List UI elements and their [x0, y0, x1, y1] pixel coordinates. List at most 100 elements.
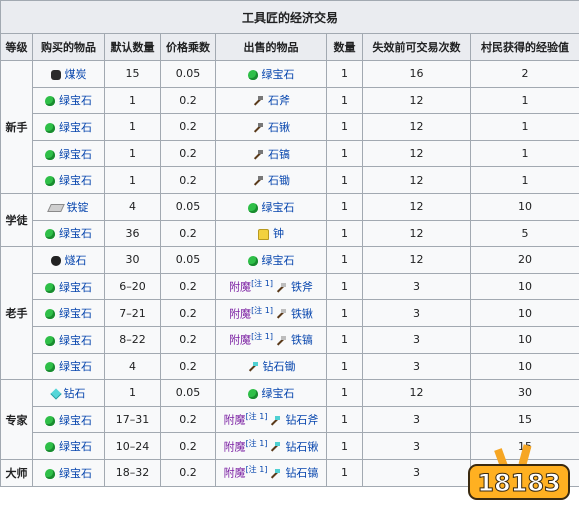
max-uses-cell: 3	[362, 432, 471, 460]
default-qty-cell: 7–21	[104, 299, 161, 327]
note-link[interactable]: [注 1]	[246, 412, 268, 421]
buy-item-cell: 绿宝石	[32, 299, 105, 327]
emerald-icon	[45, 415, 55, 426]
note-link[interactable]: [注 1]	[246, 439, 268, 448]
buy-item-cell: 绿宝石	[32, 458, 105, 487]
buy-item-link[interactable]: 绿宝石	[59, 174, 92, 187]
buy-item-link[interactable]: 绿宝石	[59, 307, 92, 320]
price-mult-cell: 0.05	[160, 192, 216, 221]
note-link[interactable]: [注 1]	[251, 332, 273, 341]
buy-item-cell: 铁锭	[32, 192, 105, 221]
max-uses-cell: 12	[362, 219, 471, 248]
buy-item-link[interactable]: 绿宝石	[59, 281, 92, 294]
sell-item-link[interactable]: 石锄	[268, 174, 290, 187]
max-uses-cell: 3	[362, 272, 471, 301]
price-mult-cell: 0.05	[160, 379, 216, 407]
sell-item-link[interactable]: 石锹	[268, 121, 290, 134]
sell-qty-cell: 1	[326, 379, 363, 407]
buy-item-link[interactable]: 绿宝石	[59, 440, 92, 453]
sell-item-link[interactable]: 铁镐	[291, 334, 313, 347]
buy-item-link[interactable]: 绿宝石	[59, 121, 92, 134]
sell-item-cell: 绿宝石	[215, 192, 327, 221]
iron-shovel-icon	[275, 308, 287, 320]
xp-cell: 1	[469, 86, 579, 115]
sell-qty-cell: 1	[326, 192, 363, 221]
level-cell: 新手	[0, 60, 33, 194]
table-row: 绿宝石 1 0.2 石镐 1 12 1	[1, 139, 579, 168]
price-mult-cell: 0.05	[160, 246, 216, 274]
buy-item-cell: 煤炭	[32, 60, 105, 88]
buy-item-link[interactable]: 绿宝石	[59, 467, 92, 480]
emerald-icon	[45, 122, 55, 133]
sell-item-cell: 附魔[注 1] 钻石锹	[215, 432, 327, 460]
note-link[interactable]: [注 1]	[251, 306, 273, 315]
price-mult-cell: 0.2	[160, 458, 216, 487]
header-default-qty: 默认数量	[104, 33, 161, 61]
axe-icon	[252, 95, 264, 107]
sell-item-link[interactable]: 钻石锄	[263, 360, 296, 373]
buy-item-link[interactable]: 铁锭	[67, 201, 89, 214]
buy-item-link[interactable]: 绿宝石	[59, 227, 92, 240]
buy-item-cell: 绿宝石	[32, 166, 105, 194]
iron-axe-icon	[275, 282, 287, 294]
sell-qty-cell: 1	[326, 352, 363, 381]
default-qty-cell: 17–31	[104, 405, 161, 434]
sell-qty-cell: 1	[326, 219, 363, 248]
sell-item-link[interactable]: 铁斧	[291, 281, 313, 294]
note-link[interactable]: [注 1]	[246, 465, 268, 474]
emerald-icon	[45, 362, 55, 373]
sell-item-cell: 绿宝石	[215, 379, 327, 407]
note-link[interactable]: [注 1]	[251, 279, 273, 288]
sell-item-link[interactable]: 钻石锹	[285, 440, 318, 453]
sell-qty-cell: 1	[326, 299, 363, 327]
buy-item-cell: 钻石	[32, 379, 105, 407]
sell-item-link[interactable]: 钻石镐	[285, 467, 318, 480]
sell-item-link[interactable]: 铁锹	[291, 307, 313, 320]
sell-item-cell: 石锹	[215, 113, 327, 141]
buy-item-link[interactable]: 钻石	[64, 387, 86, 400]
xp-cell: 20	[469, 246, 579, 274]
sell-item-link[interactable]: 石斧	[268, 94, 290, 107]
sell-item-cell: 钟	[215, 219, 327, 248]
buy-item-cell: 燧石	[32, 246, 105, 274]
sell-qty-cell: 1	[326, 246, 363, 274]
sell-item-link[interactable]: 绿宝石	[262, 254, 295, 267]
buy-item-link[interactable]: 绿宝石	[59, 148, 92, 161]
emerald-icon	[247, 388, 258, 399]
sell-item-cell: 附魔[注 1] 钻石镐	[215, 458, 327, 487]
sell-item-link[interactable]: 绿宝石	[262, 387, 295, 400]
emerald-icon	[45, 442, 55, 453]
max-uses-cell: 12	[362, 113, 471, 141]
price-mult-cell: 0.2	[160, 139, 216, 168]
sell-item-link[interactable]: 绿宝石	[262, 68, 295, 81]
level-cell: 专家	[0, 379, 33, 460]
price-mult-cell: 0.2	[160, 352, 216, 381]
default-qty-cell: 1	[104, 113, 161, 141]
price-mult-cell: 0.2	[160, 113, 216, 141]
sell-item-cell: 附魔[注 1] 铁斧	[215, 272, 327, 301]
buy-item-link[interactable]: 绿宝石	[59, 414, 92, 427]
max-uses-cell: 12	[362, 379, 471, 407]
buy-item-link[interactable]: 煤炭	[65, 68, 87, 81]
header-sell-qty: 数量	[326, 33, 363, 61]
buy-item-link[interactable]: 绿宝石	[59, 334, 92, 347]
sell-item-link[interactable]: 绿宝石	[262, 201, 295, 214]
buy-item-cell: 绿宝石	[32, 432, 105, 460]
sell-item-link[interactable]: 石镐	[268, 148, 290, 161]
sell-qty-cell: 1	[326, 139, 363, 168]
emerald-icon	[45, 468, 55, 479]
enchant-label: 附魔	[223, 467, 246, 481]
sell-item-link[interactable]: 钻石斧	[285, 414, 318, 427]
xp-cell: 1	[469, 113, 579, 141]
emerald-icon	[247, 202, 258, 213]
sell-qty-cell: 1	[326, 86, 363, 115]
buy-item-link[interactable]: 绿宝石	[59, 360, 92, 373]
sell-item-link[interactable]: 钟	[273, 227, 284, 240]
price-mult-cell: 0.2	[160, 166, 216, 194]
xp-cell: 1	[469, 166, 579, 194]
price-mult-cell: 0.2	[160, 219, 216, 248]
emerald-icon	[45, 96, 55, 107]
buy-item-link[interactable]: 燧石	[65, 254, 87, 267]
buy-item-link[interactable]: 绿宝石	[59, 94, 92, 107]
xp-cell: 10	[469, 192, 579, 221]
